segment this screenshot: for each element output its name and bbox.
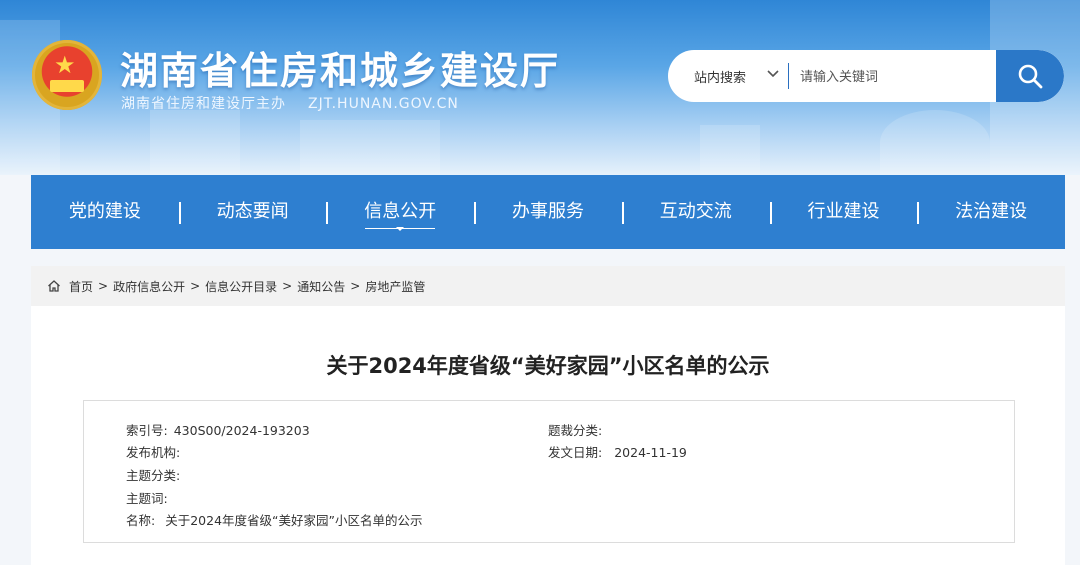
article-title: 关于2024年度省级“美好家园”小区名单的公示 <box>326 354 770 378</box>
nav-label: 法治建设 <box>955 201 1028 222</box>
nav-item-party-building[interactable]: 党的建设 <box>31 175 179 249</box>
site-header: ★ 湖南省住房和城乡建设厅 湖南省住房和建设厅主办 ZJT.HUNAN.GOV.C… <box>0 0 1080 175</box>
chevron-down-icon[interactable] <box>766 66 780 83</box>
site-title: 湖南省住房和城乡建设厅 <box>120 49 561 93</box>
search-icon <box>1018 64 1043 89</box>
sponsor-text: 湖南省住房和建设厅主办 <box>121 96 286 112</box>
nav-item-interaction[interactable]: 互动交流 <box>621 175 770 249</box>
meta-index: 索引号: 430S00/2024-193203 <box>126 423 310 438</box>
building-graphic <box>880 110 990 175</box>
nav-item-industry[interactable]: 行业建设 <box>769 175 918 249</box>
active-indicator <box>365 227 436 231</box>
breadcrumb-separator: > <box>190 279 201 293</box>
breadcrumb-info-catalog[interactable]: 信息公开目录 <box>205 278 277 295</box>
breadcrumb-real-estate[interactable]: 房地产监管 <box>365 278 425 295</box>
main-nav: 党的建设 动态要闻 信息公开 办事服务 互动交流 行业建设 法治建设 <box>31 175 1065 249</box>
home-icon[interactable] <box>47 279 61 293</box>
meta-publisher: 发布机构: <box>126 445 181 460</box>
search-input[interactable] <box>798 63 992 91</box>
search-divider <box>788 63 789 89</box>
nav-label: 党的建设 <box>68 201 141 222</box>
nav-item-info-disclosure[interactable]: 信息公开 <box>326 175 474 249</box>
search-button[interactable] <box>996 50 1064 102</box>
breadcrumb-separator: > <box>98 279 109 293</box>
meta-keyword: 主题词: <box>126 491 168 506</box>
site-subtitle: 湖南省住房和建设厅主办 ZJT.HUNAN.GOV.CN <box>121 93 459 113</box>
nav-label: 动态要闻 <box>216 201 289 222</box>
breadcrumb-separator: > <box>350 279 361 293</box>
meta-topic: 主题分类: <box>126 468 181 483</box>
breadcrumb-separator: > <box>282 279 293 293</box>
nav-label: 互动交流 <box>659 201 732 222</box>
article-container: 关于2024年度省级“美好家园”小区名单的公示 索引号: 430S00/2024-… <box>31 306 1065 565</box>
nav-item-services[interactable]: 办事服务 <box>474 175 622 249</box>
national-emblem-icon: ★ <box>32 40 102 110</box>
meta-date: 发文日期: 2024-11-19 <box>548 445 687 460</box>
building-graphic <box>700 125 760 175</box>
breadcrumb-gov-info[interactable]: 政府信息公开 <box>113 278 185 295</box>
building-graphic <box>150 110 240 175</box>
nav-label: 信息公开 <box>364 201 437 222</box>
nav-label: 办事服务 <box>512 201 585 222</box>
search-box: 站内搜索 <box>668 50 1064 102</box>
search-scope-select[interactable]: 站内搜索 <box>694 67 746 86</box>
nav-item-rule-of-law[interactable]: 法治建设 <box>917 175 1065 249</box>
site-domain: ZJT.HUNAN.GOV.CN <box>308 96 459 112</box>
breadcrumb-notices[interactable]: 通知公告 <box>297 278 345 295</box>
meta-name: 名称: 关于2024年度省级“美好家园”小区名单的公示 <box>126 513 423 528</box>
metadata-panel: 索引号: 430S00/2024-193203 题裁分类: 发布机构: 发文日期:… <box>83 400 1015 543</box>
breadcrumb-home[interactable]: 首页 <box>69 278 93 295</box>
nav-item-news[interactable]: 动态要闻 <box>178 175 327 249</box>
building-graphic <box>300 120 440 175</box>
meta-genre: 题裁分类: <box>548 423 603 438</box>
nav-label: 行业建设 <box>807 201 880 222</box>
breadcrumb: 首页 > 政府信息公开 > 信息公开目录 > 通知公告 > 房地产监管 <box>31 266 1065 306</box>
